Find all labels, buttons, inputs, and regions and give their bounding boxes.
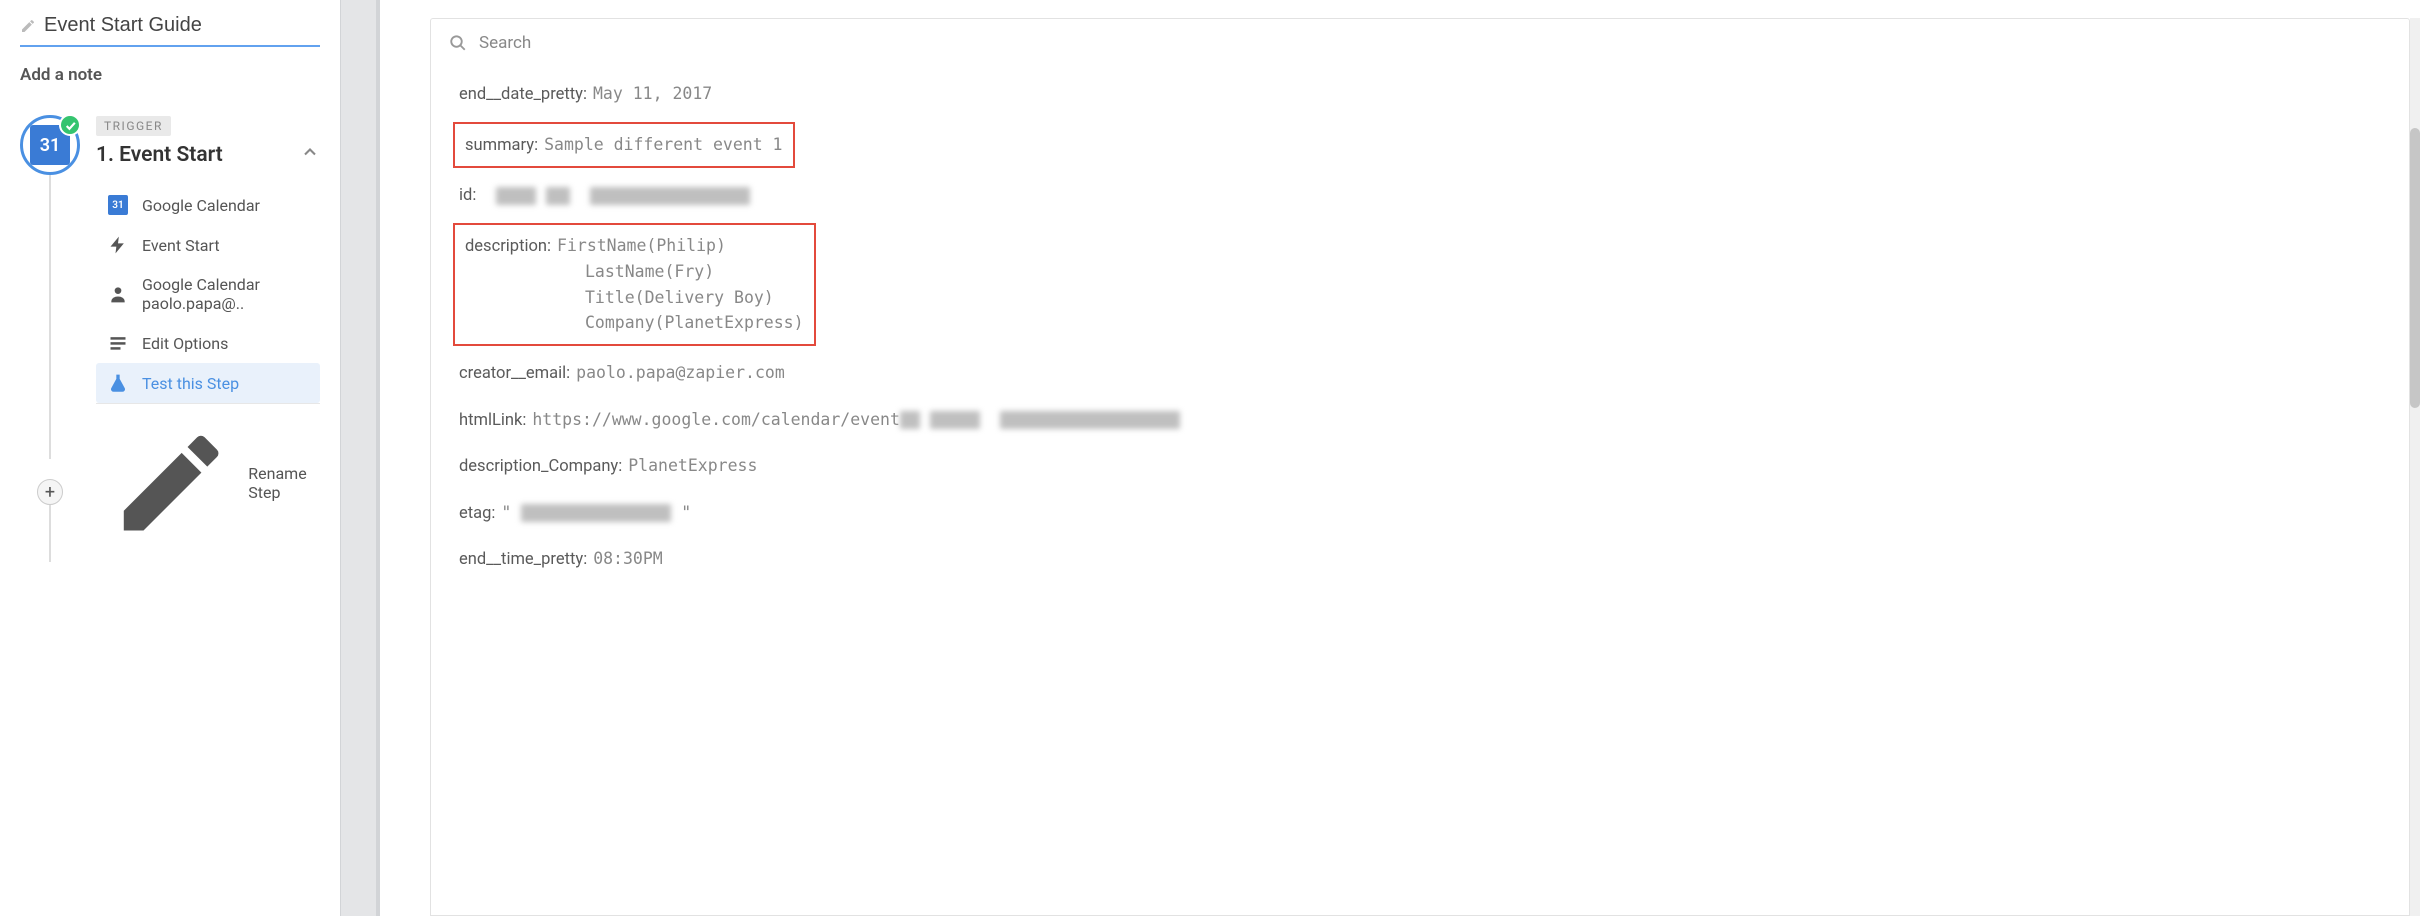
field-key: end__date_pretty <box>459 85 587 104</box>
left-pane: Add a note 31 + TRIGGER 1. Event Start <box>0 0 340 916</box>
add-step-button[interactable]: + <box>37 479 63 505</box>
step-header[interactable]: 1. Event Start <box>96 142 320 167</box>
search-icon <box>449 34 467 52</box>
step-wrap: 31 + TRIGGER 1. Event Start <box>20 115 320 562</box>
field-row[interactable]: id <box>453 172 2387 219</box>
substep-edit-options[interactable]: Edit Options <box>96 323 320 363</box>
substep-label: Google Calendar <box>142 196 260 215</box>
bolt-icon <box>108 235 128 255</box>
user-icon <box>108 284 128 304</box>
substep-trigger[interactable]: Event Start <box>96 225 320 265</box>
field-value-redacted <box>480 185 750 204</box>
search-placeholder: Search <box>479 33 531 53</box>
step-app-icon-circle[interactable]: 31 <box>20 115 80 175</box>
field-key: summary <box>465 136 538 155</box>
scrollbar-thumb[interactable] <box>2410 128 2420 408</box>
step-title: 1. Event Start <box>96 143 223 167</box>
trigger-tag: TRIGGER <box>96 116 171 136</box>
field-row[interactable]: end__date_prettyMay 11, 2017 <box>453 71 2387 118</box>
field-row-highlighted[interactable]: descriptionFirstName(Philip) LastName(Fr… <box>453 223 816 346</box>
field-row[interactable]: etag" " <box>453 490 2387 537</box>
substep-test-step[interactable]: Test this Step <box>96 363 320 403</box>
timeline-line <box>49 505 51 562</box>
field-row-highlighted[interactable]: summarySample different event 1 <box>453 122 795 169</box>
substep-label: Test this Step <box>142 374 239 393</box>
field-value: LastName(Fry) <box>465 259 804 285</box>
field-row[interactable]: end__time_pretty08:30PM <box>453 536 2387 583</box>
divider-pane <box>340 0 380 916</box>
field-value-redacted: " " <box>495 503 691 522</box>
field-value: PlanetExpress <box>622 456 757 475</box>
substep-label: Edit Options <box>142 334 228 353</box>
app-root: Add a note 31 + TRIGGER 1. Event Start <box>0 0 2430 916</box>
field-key: etag <box>459 504 495 523</box>
check-icon <box>59 114 81 136</box>
field-value: 08:30PM <box>587 549 663 568</box>
search-bar[interactable]: Search <box>431 19 2409 67</box>
substep-account[interactable]: Google Calendar paolo.papa@.. <box>96 265 320 323</box>
substep-label: Event Start <box>142 236 220 255</box>
fields-list: end__date_prettyMay 11, 2017 summarySamp… <box>431 67 2409 915</box>
chevron-up-icon <box>300 142 320 167</box>
field-key: end__time_pretty <box>459 550 587 569</box>
field-value: May 11, 2017 <box>587 84 712 103</box>
zap-title-input[interactable] <box>44 14 320 37</box>
calendar-icon: 31 <box>108 195 128 215</box>
flask-icon <box>108 373 128 393</box>
right-pane: Search end__date_prettyMay 11, 2017 summ… <box>380 0 2430 916</box>
field-row[interactable]: description_CompanyPlanetExpress <box>453 443 2387 490</box>
substep-app[interactable]: 31 Google Calendar <box>96 185 320 225</box>
rename-label: Rename Step <box>248 464 308 502</box>
timeline: 31 + <box>20 115 80 562</box>
substeps: 31 Google Calendar Event Start Google Ca… <box>96 185 320 404</box>
field-row[interactable]: creator__emailpaolo.papa@zapier.com <box>453 350 2387 397</box>
field-row[interactable]: htmlLinkhttps://www.google.com/calendar/… <box>453 397 2387 444</box>
pencil-icon <box>20 18 36 34</box>
scrollbar[interactable] <box>2410 18 2420 916</box>
field-key: creator__email <box>459 364 570 383</box>
list-icon <box>108 333 128 353</box>
field-value: FirstName(Philip) <box>551 236 726 255</box>
timeline-line <box>49 175 51 459</box>
title-row <box>20 14 320 47</box>
pencil-icon <box>108 420 234 546</box>
field-value: https://www.google.com/calendar/event <box>526 410 1179 429</box>
field-key: htmlLink <box>459 411 526 430</box>
field-value: Company(PlanetExpress) <box>465 310 804 336</box>
field-value: Sample different event 1 <box>538 135 782 154</box>
substep-label: Google Calendar paolo.papa@.. <box>142 275 308 313</box>
field-key: description <box>465 237 551 256</box>
rename-step[interactable]: Rename Step <box>96 404 320 562</box>
field-value: paolo.papa@zapier.com <box>570 363 785 382</box>
step-body: TRIGGER 1. Event Start 31 Google Calenda… <box>96 115 320 562</box>
field-key: description_Company <box>459 457 622 476</box>
field-value: Title(Delivery Boy) <box>465 285 804 311</box>
field-key: id <box>459 186 476 205</box>
data-box: Search end__date_prettyMay 11, 2017 summ… <box>430 18 2410 916</box>
add-note-link[interactable]: Add a note <box>20 65 320 85</box>
